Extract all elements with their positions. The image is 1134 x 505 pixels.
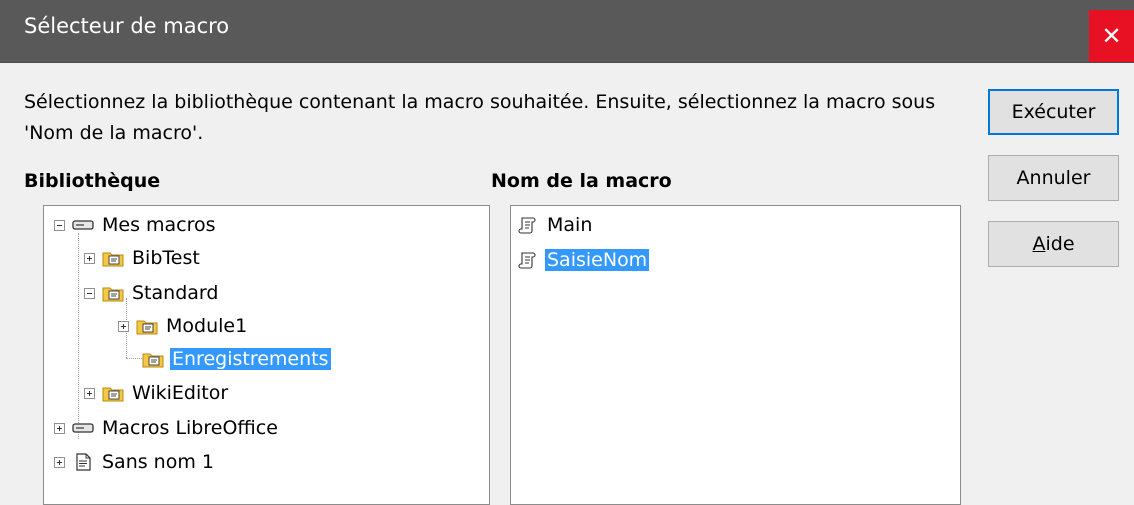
- macro-scroll-icon: [518, 252, 536, 269]
- tree-item-enregistrements[interactable]: Enregistrements: [142, 344, 331, 374]
- collapse-icon[interactable]: [84, 287, 95, 299]
- collapse-icon[interactable]: [54, 219, 65, 231]
- library-folder-icon: [102, 287, 124, 302]
- tree-item-label: Module1: [166, 315, 248, 337]
- expand-icon[interactable]: [84, 387, 95, 399]
- list-item-main[interactable]: Main: [517, 210, 594, 240]
- drive-icon: [72, 220, 94, 230]
- library-tree[interactable]: Mes macros BibTest Standard Module1 Enre…: [43, 205, 490, 505]
- tree-item-label: Sans nom 1: [102, 451, 214, 473]
- tree-item-standard[interactable]: Standard: [84, 278, 220, 308]
- library-folder-icon: [102, 387, 124, 402]
- close-icon: ✕: [1101, 22, 1122, 50]
- macro-name-heading: Nom de la macro: [491, 170, 672, 192]
- cancel-button-label: Annuler: [1016, 167, 1091, 189]
- run-button[interactable]: Exécuter: [988, 89, 1119, 135]
- macro-list[interactable]: Main SaisieNom: [510, 205, 961, 505]
- tree-item-label: Macros LibreOffice: [102, 417, 278, 439]
- tree-connector: [78, 233, 79, 439]
- tree-item-module1[interactable]: Module1: [118, 311, 249, 341]
- tree-connector: [126, 358, 142, 359]
- close-button[interactable]: ✕: [1089, 10, 1134, 62]
- help-button-label: Aide: [1032, 233, 1074, 255]
- expand-icon[interactable]: [84, 252, 95, 264]
- expand-icon[interactable]: [118, 320, 129, 332]
- tree-item-label: WikiEditor: [132, 382, 229, 404]
- macro-scroll-icon: [518, 217, 536, 234]
- tree-item-macros-libreoffice[interactable]: Macros LibreOffice: [54, 413, 280, 443]
- help-button[interactable]: Aide: [988, 221, 1119, 267]
- tree-item-bibtest[interactable]: BibTest: [84, 243, 202, 273]
- tree-item-sans-nom-1[interactable]: Sans nom 1: [54, 447, 216, 477]
- expand-icon[interactable]: [54, 456, 65, 468]
- title-bar: Sélecteur de macro ✕: [0, 0, 1134, 63]
- tree-item-label: BibTest: [132, 247, 200, 269]
- library-folder-icon: [102, 252, 124, 267]
- tree-item-label-selected: Enregistrements: [170, 348, 331, 370]
- macro-item-label: Main: [547, 214, 593, 236]
- document-icon: [76, 453, 91, 471]
- library-folder-icon: [136, 320, 158, 335]
- tree-item-wikieditor[interactable]: WikiEditor: [84, 378, 230, 408]
- cancel-button[interactable]: Annuler: [988, 155, 1119, 201]
- tree-item-mes-macros[interactable]: Mes macros: [54, 210, 218, 240]
- expand-icon[interactable]: [54, 422, 65, 434]
- instruction-text: Sélectionnez la bibliothèque contenant l…: [24, 91, 936, 144]
- tree-item-label: Standard: [132, 282, 219, 304]
- run-button-label: Exécuter: [1011, 101, 1096, 123]
- list-item-saisienom[interactable]: SaisieNom: [517, 245, 650, 275]
- help-mnemonic: A: [1032, 233, 1046, 255]
- window-title: Sélecteur de macro: [24, 14, 230, 38]
- drive-icon: [72, 423, 94, 433]
- help-label-rest: ide: [1045, 233, 1075, 255]
- macro-item-label-selected: SaisieNom: [545, 249, 650, 271]
- tree-item-label: Mes macros: [102, 214, 216, 236]
- library-folder-icon: [142, 353, 164, 368]
- library-heading: Bibliothèque: [24, 170, 161, 192]
